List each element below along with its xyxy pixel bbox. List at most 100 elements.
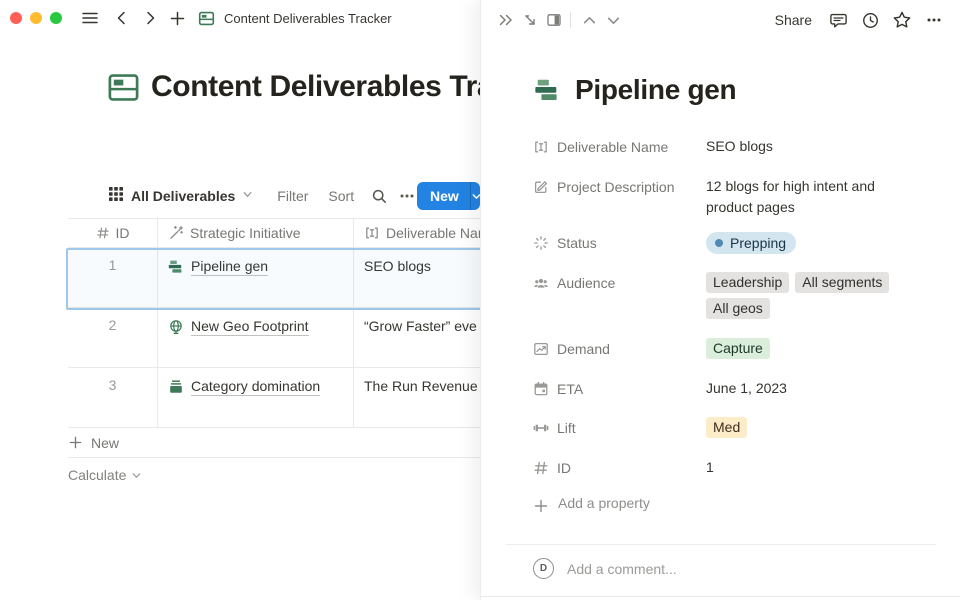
calendar-icon	[533, 381, 549, 397]
property-value[interactable]: June 1, 2023	[706, 378, 906, 399]
table-view-grid-icon	[108, 186, 124, 207]
new-record-button[interactable]: New	[417, 182, 470, 210]
property-label[interactable]: Deliverable Name	[533, 136, 701, 158]
zoom-window-button[interactable]	[50, 12, 62, 24]
property-label[interactable]: Demand	[533, 338, 701, 360]
avatar: D	[533, 558, 554, 579]
property-value[interactable]: Leadership All segments All geos	[706, 272, 906, 319]
funnel-bars-icon[interactable]	[534, 77, 561, 104]
side-peek-icon[interactable]	[542, 8, 566, 32]
lift-tag[interactable]: Med	[706, 417, 747, 438]
property-label[interactable]: Lift	[533, 417, 701, 439]
property-value[interactable]: Prepping	[706, 232, 906, 254]
hash-icon	[533, 460, 549, 476]
property-row-demand: Demand Capture	[533, 338, 933, 360]
filter-button[interactable]: Filter	[277, 188, 308, 204]
cell-strategic-initiative[interactable]: New Geo Footprint	[158, 308, 354, 367]
comments-icon[interactable]	[826, 8, 850, 32]
close-peek-icon[interactable]	[494, 8, 518, 32]
cell-strategic-initiative[interactable]: Pipeline gen	[158, 248, 354, 307]
status-tag[interactable]: Prepping	[706, 232, 796, 254]
people-icon	[533, 275, 549, 291]
green-table-icon[interactable]	[107, 71, 140, 104]
text-icon	[364, 225, 380, 241]
peek-topbar: Share	[481, 0, 960, 40]
cell-id: 3	[109, 368, 117, 427]
property-label[interactable]: Project Description	[533, 176, 701, 198]
comment-row: D Add a comment...	[533, 558, 677, 579]
sort-button[interactable]: Sort	[328, 188, 354, 204]
archive-icon	[168, 379, 184, 395]
property-value[interactable]: 12 blogs for high intent and product pag…	[706, 176, 898, 218]
hash-icon	[96, 226, 110, 240]
property-row-eta: ETA June 1, 2023	[533, 378, 933, 400]
previous-record-icon[interactable]	[577, 8, 601, 32]
property-value[interactable]: SEO blogs	[706, 136, 906, 157]
dumbbell-icon	[533, 420, 549, 436]
status-burst-icon	[533, 235, 549, 251]
funnel-bars-icon	[168, 259, 184, 275]
close-window-button[interactable]	[10, 12, 22, 24]
chevron-down-icon	[131, 470, 142, 481]
property-label[interactable]: Audience	[533, 272, 701, 294]
chevron-down-icon	[242, 187, 253, 205]
cell-strategic-initiative[interactable]: Category domination	[158, 368, 354, 427]
property-label[interactable]: Status	[533, 232, 701, 254]
cell-id: 2	[109, 308, 117, 367]
edit-icon	[533, 179, 549, 195]
property-row-id: ID 1	[533, 457, 933, 479]
add-property-button[interactable]: Add a property	[533, 495, 933, 514]
share-button[interactable]: Share	[775, 12, 812, 28]
property-value[interactable]: Capture	[706, 338, 906, 359]
property-row-lift: Lift Med	[533, 417, 933, 439]
ellipsis-icon[interactable]	[398, 184, 417, 208]
search-icon[interactable]	[370, 184, 389, 208]
audience-tag[interactable]: All segments	[795, 272, 889, 293]
expand-page-icon[interactable]	[518, 8, 542, 32]
audience-tag[interactable]: Leadership	[706, 272, 789, 293]
favorite-star-icon[interactable]	[890, 8, 914, 32]
add-comment-input[interactable]: Add a comment...	[567, 561, 677, 577]
column-header-strategic-initiative[interactable]: Strategic Initiative	[158, 219, 354, 247]
app-window: Content Deliverables Tracker Content Del…	[0, 0, 960, 600]
forward-button[interactable]	[138, 6, 162, 30]
next-record-icon[interactable]	[601, 8, 625, 32]
peek-panel: Share Pipeline gen	[480, 0, 960, 600]
new-record-dropdown[interactable]	[470, 182, 480, 210]
text-icon	[533, 139, 549, 155]
peek-page-title[interactable]: Pipeline gen	[575, 74, 736, 106]
audience-tag[interactable]: All geos	[706, 298, 770, 319]
view-tab-all-deliverables[interactable]: All Deliverables	[108, 186, 253, 207]
column-header-id[interactable]: ID	[68, 219, 158, 247]
trend-chart-icon	[533, 341, 549, 357]
page-icon-small	[194, 6, 218, 30]
view-name: All Deliverables	[131, 188, 235, 204]
history-clock-icon[interactable]	[858, 8, 882, 32]
property-row-project-description: Project Description 12 blogs for high in…	[533, 176, 933, 218]
plus-icon	[533, 498, 549, 514]
minimize-window-button[interactable]	[30, 12, 42, 24]
new-record-split-button: New	[417, 182, 480, 210]
cell-id: 1	[109, 248, 117, 307]
property-row-status: Status Prepping	[533, 232, 933, 254]
globe-icon	[168, 319, 184, 335]
property-value[interactable]: Med	[706, 417, 906, 438]
property-label[interactable]: ID	[533, 457, 701, 479]
panel-bottom-divider	[481, 596, 960, 597]
topbar-divider	[570, 12, 571, 28]
demand-tag[interactable]: Capture	[706, 338, 770, 359]
back-button[interactable]	[110, 6, 134, 30]
sidebar-menu-icon[interactable]	[78, 6, 102, 30]
wand-icon	[168, 225, 184, 241]
comment-divider	[506, 544, 936, 545]
plus-icon	[68, 435, 83, 450]
window-doc-title: Content Deliverables Tracker	[224, 11, 392, 26]
property-label[interactable]: ETA	[533, 378, 701, 400]
window-controls	[10, 12, 62, 24]
property-value[interactable]: 1	[706, 457, 906, 478]
more-options-icon[interactable]	[922, 8, 946, 32]
property-row-audience: Audience Leadership All segments All geo…	[533, 272, 933, 319]
property-row-deliverable-name: Deliverable Name SEO blogs	[533, 136, 933, 158]
peek-page-header: Pipeline gen	[534, 74, 736, 106]
new-tab-icon[interactable]	[165, 6, 189, 30]
